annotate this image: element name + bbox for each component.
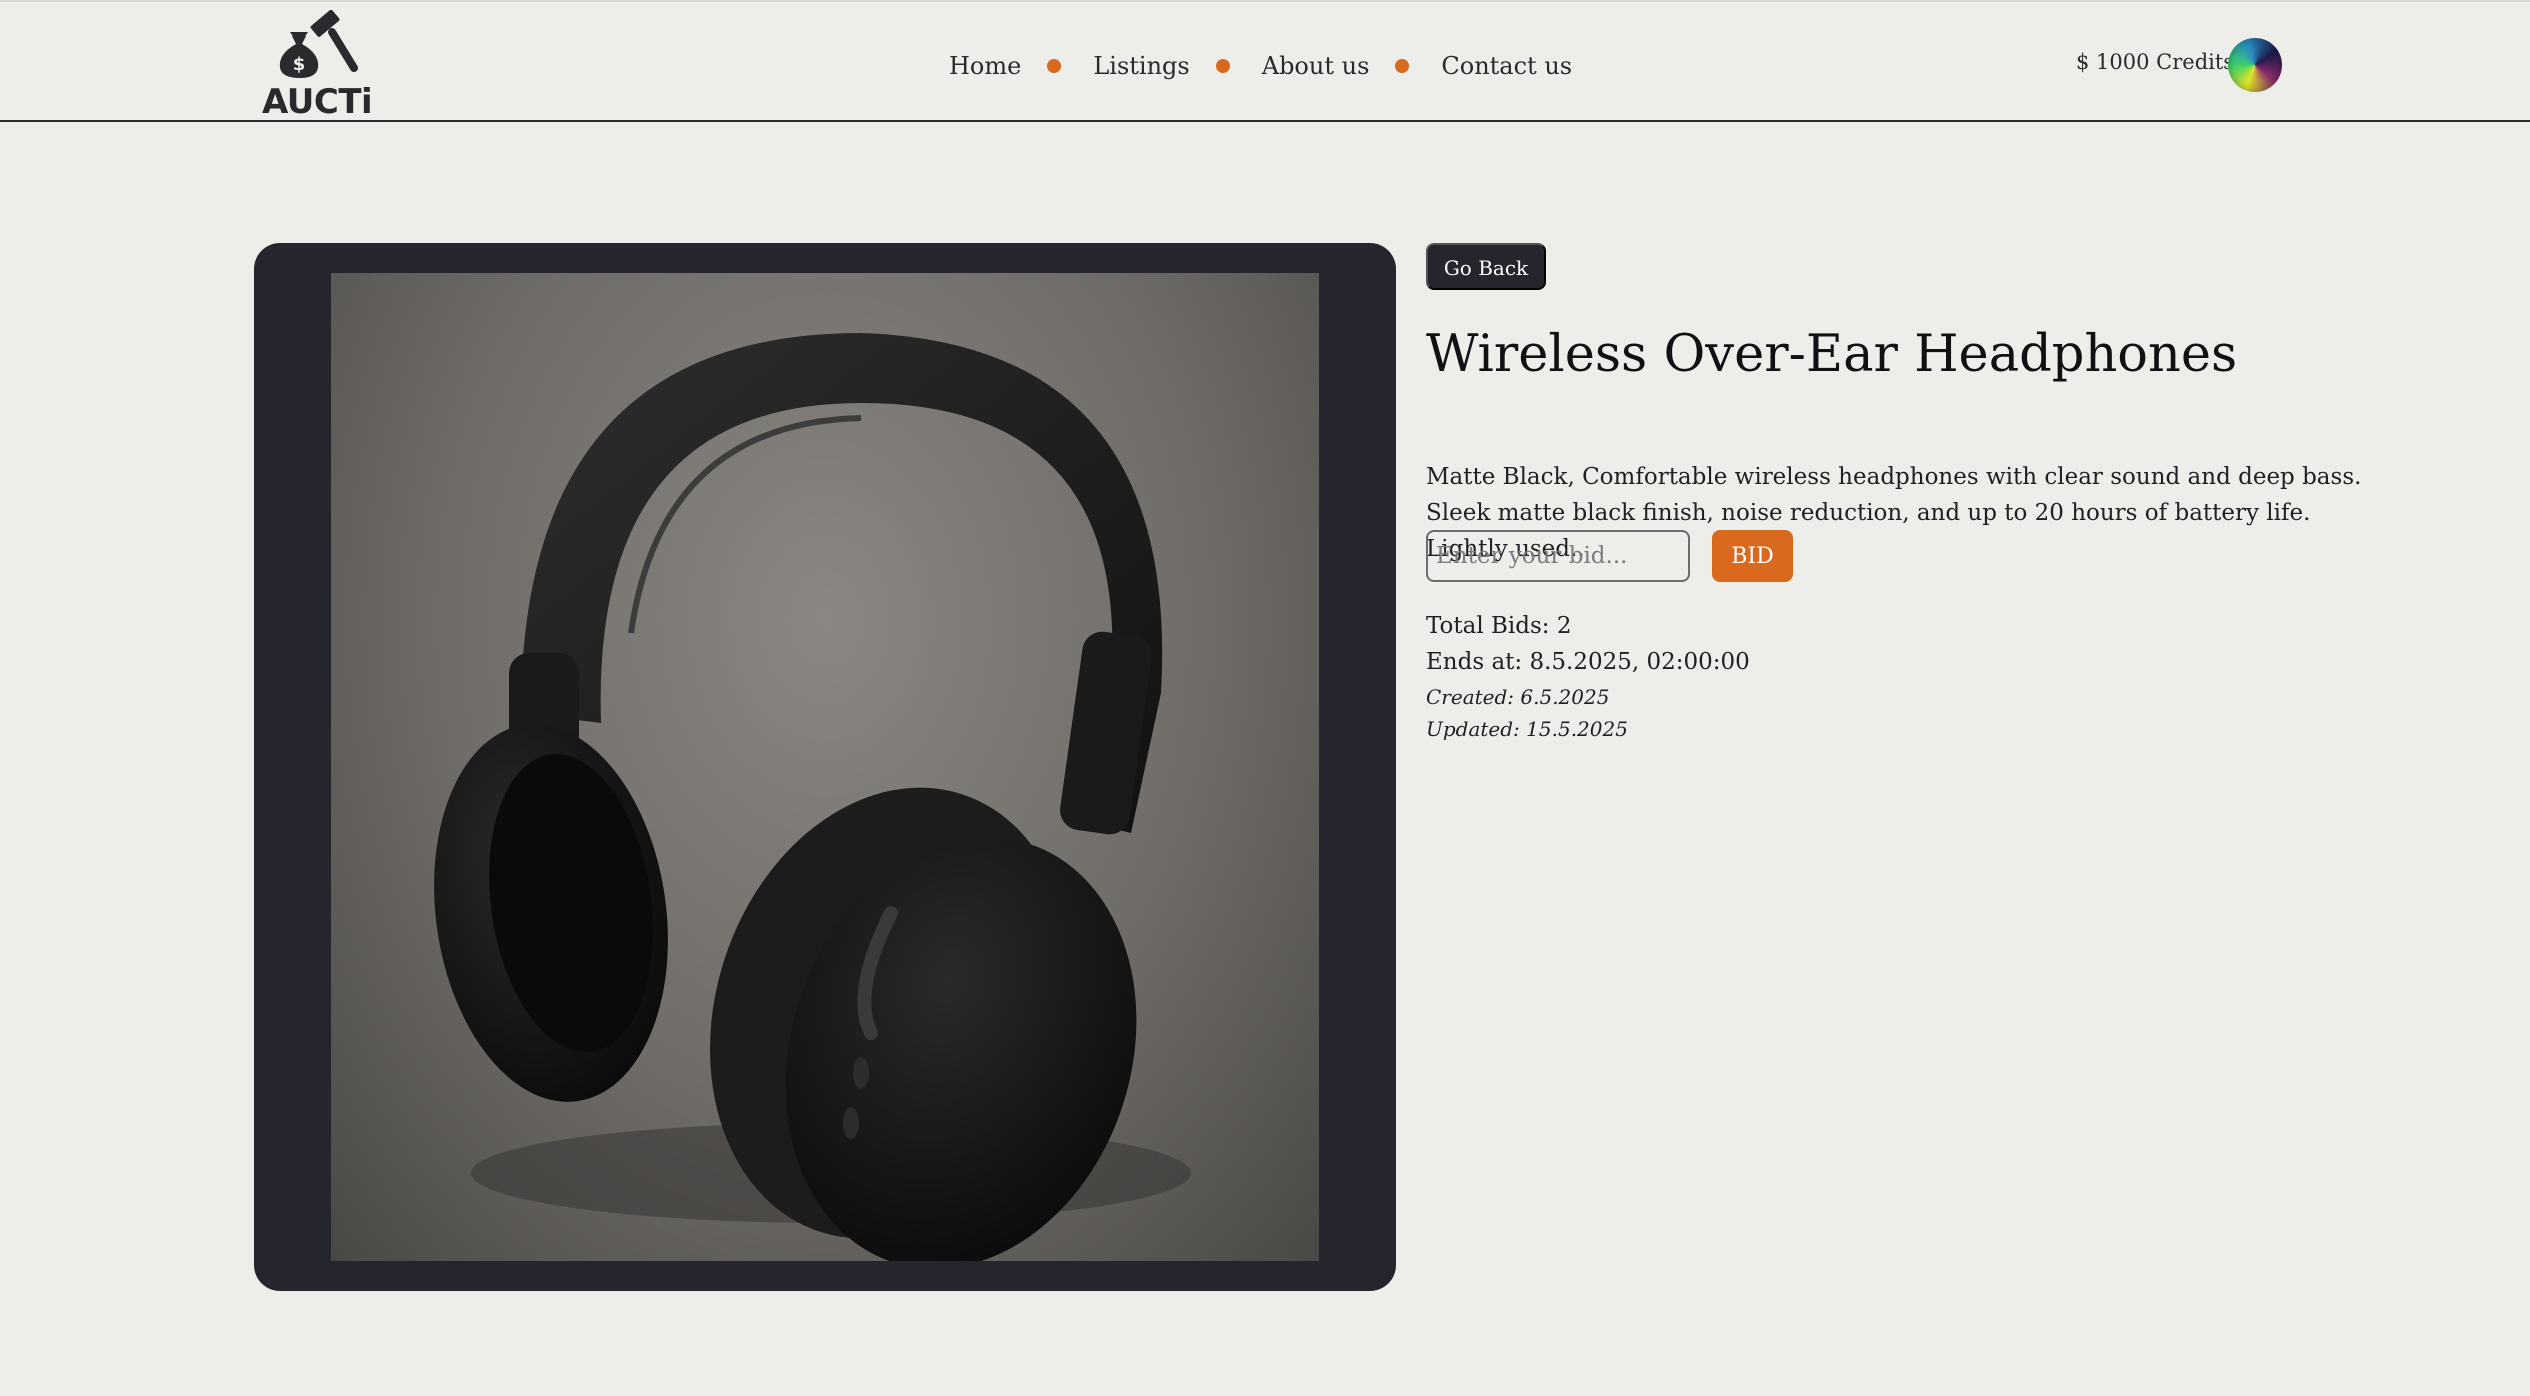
top-navbar: $ AUCTi Home Listings About us Contact u… bbox=[0, 0, 2530, 122]
money-bag-gavel-icon: $ bbox=[279, 10, 358, 78]
created-date: Created: 6.5.2025 bbox=[1426, 685, 1610, 709]
nav-listings[interactable]: Listings bbox=[1093, 52, 1189, 80]
bid-input[interactable] bbox=[1426, 530, 1690, 582]
nav-separator-dot bbox=[1395, 59, 1410, 73]
updated-date: Updated: 15.5.2025 bbox=[1426, 717, 1628, 741]
nav-about-us[interactable]: About us bbox=[1262, 52, 1370, 80]
nav-contact-us[interactable]: Contact us bbox=[1441, 52, 1572, 80]
total-bids: Total Bids: 2 bbox=[1426, 613, 1572, 639]
listing-title: Wireless Over-Ear Headphones bbox=[1426, 325, 2238, 384]
svg-text:$: $ bbox=[293, 54, 306, 75]
listing-photo bbox=[331, 273, 1319, 1261]
go-back-button[interactable]: Go Back bbox=[1426, 243, 1546, 290]
listing-image-card bbox=[254, 243, 1396, 1291]
main-nav: Home Listings About us Contact us bbox=[949, 48, 1572, 84]
user-avatar[interactable] bbox=[2228, 38, 2282, 92]
brand-name: AUCTi bbox=[262, 82, 373, 122]
brand-logo[interactable]: $ AUCTi bbox=[262, 10, 373, 122]
nav-separator-dot bbox=[1215, 59, 1230, 73]
headphones-image bbox=[434, 333, 1191, 1261]
bid-button[interactable]: BID bbox=[1712, 530, 1793, 582]
nav-home[interactable]: Home bbox=[949, 52, 1021, 80]
ends-at: Ends at: 8.5.2025, 02:00:00 bbox=[1426, 649, 1750, 675]
credits-balance: $ 1000 Credits bbox=[2076, 50, 2235, 74]
nav-separator-dot bbox=[1047, 59, 1062, 73]
